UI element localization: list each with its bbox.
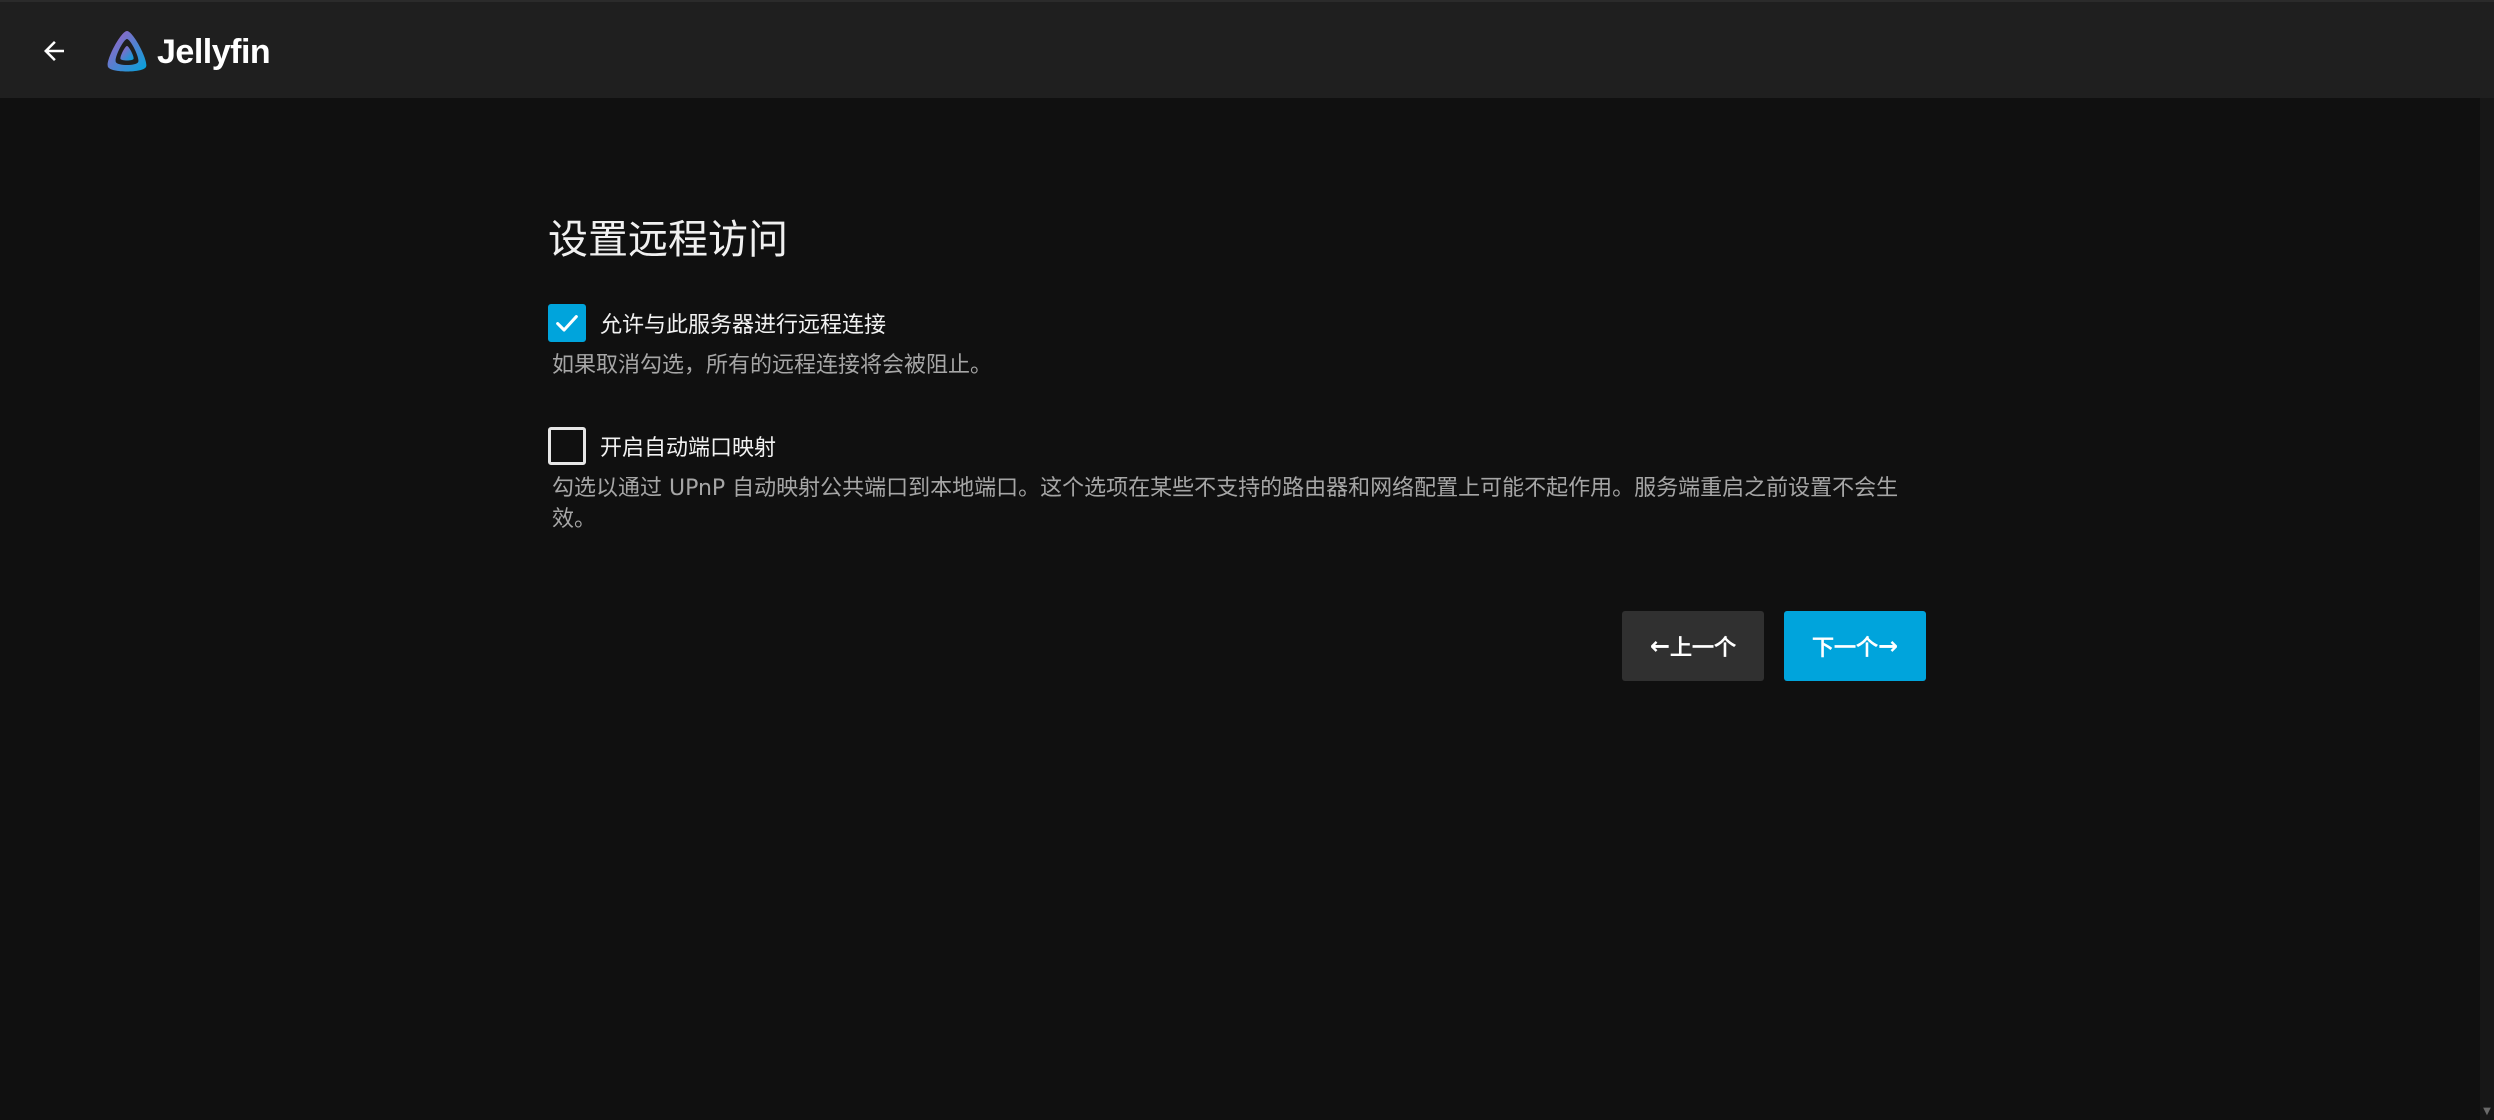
upnp-label: 开启自动端口映射 xyxy=(600,436,777,461)
remote-access-checkbox-row[interactable]: 允许与此服务器进行远程连接 xyxy=(548,304,886,342)
jellyfin-logo-icon xyxy=(107,31,147,72)
arrow-left-icon xyxy=(44,41,64,61)
previous-button[interactable]: ← 上一个 xyxy=(1622,611,1764,681)
remote-access-form: 设置远程访问 允许与此服务器进行远程连接 如果取消勾选，所有的远程连接将会被阻止… xyxy=(548,210,1928,532)
arrow-right-icon: → xyxy=(1877,632,1899,660)
scrollbar[interactable]: ▼ xyxy=(2480,98,2494,1120)
header-bar: Jellyfin xyxy=(0,0,2494,98)
next-button[interactable]: 下一个 → xyxy=(1784,611,1926,681)
upnp-checkbox-row[interactable]: 开启自动端口映射 xyxy=(548,427,776,465)
upnp-help: 勾选以通过 UPnP 自动映射公共端口到本地端口。这个选项在某些不支持的路由器和… xyxy=(552,476,1899,532)
arrow-left-icon: ← xyxy=(1649,632,1671,660)
jellyfin-logo[interactable]: Jellyfin xyxy=(103,26,271,78)
remote-access-label: 允许与此服务器进行远程连接 xyxy=(600,313,887,338)
page-title: 设置远程访问 xyxy=(548,217,788,263)
checkmark-icon xyxy=(556,315,578,332)
app-window: Jellyfin ▼ 设置远程访问 允许与此服务器进行远程连接 如果取消勾选，所… xyxy=(0,0,2494,1120)
back-button[interactable] xyxy=(30,27,78,75)
logo-text: Jellyfin xyxy=(157,32,271,71)
wizard-navigation: ← 上一个 下一个 → xyxy=(1622,611,1926,681)
previous-button-label: 上一个 xyxy=(1670,636,1737,661)
remote-access-help: 如果取消勾选，所有的远程连接将会被阻止。 xyxy=(552,353,993,378)
remote-access-checkbox[interactable] xyxy=(548,304,586,342)
upnp-checkbox[interactable] xyxy=(548,427,586,465)
next-button-label: 下一个 xyxy=(1811,636,1878,661)
scroll-down-icon[interactable]: ▼ xyxy=(2480,1104,2494,1120)
